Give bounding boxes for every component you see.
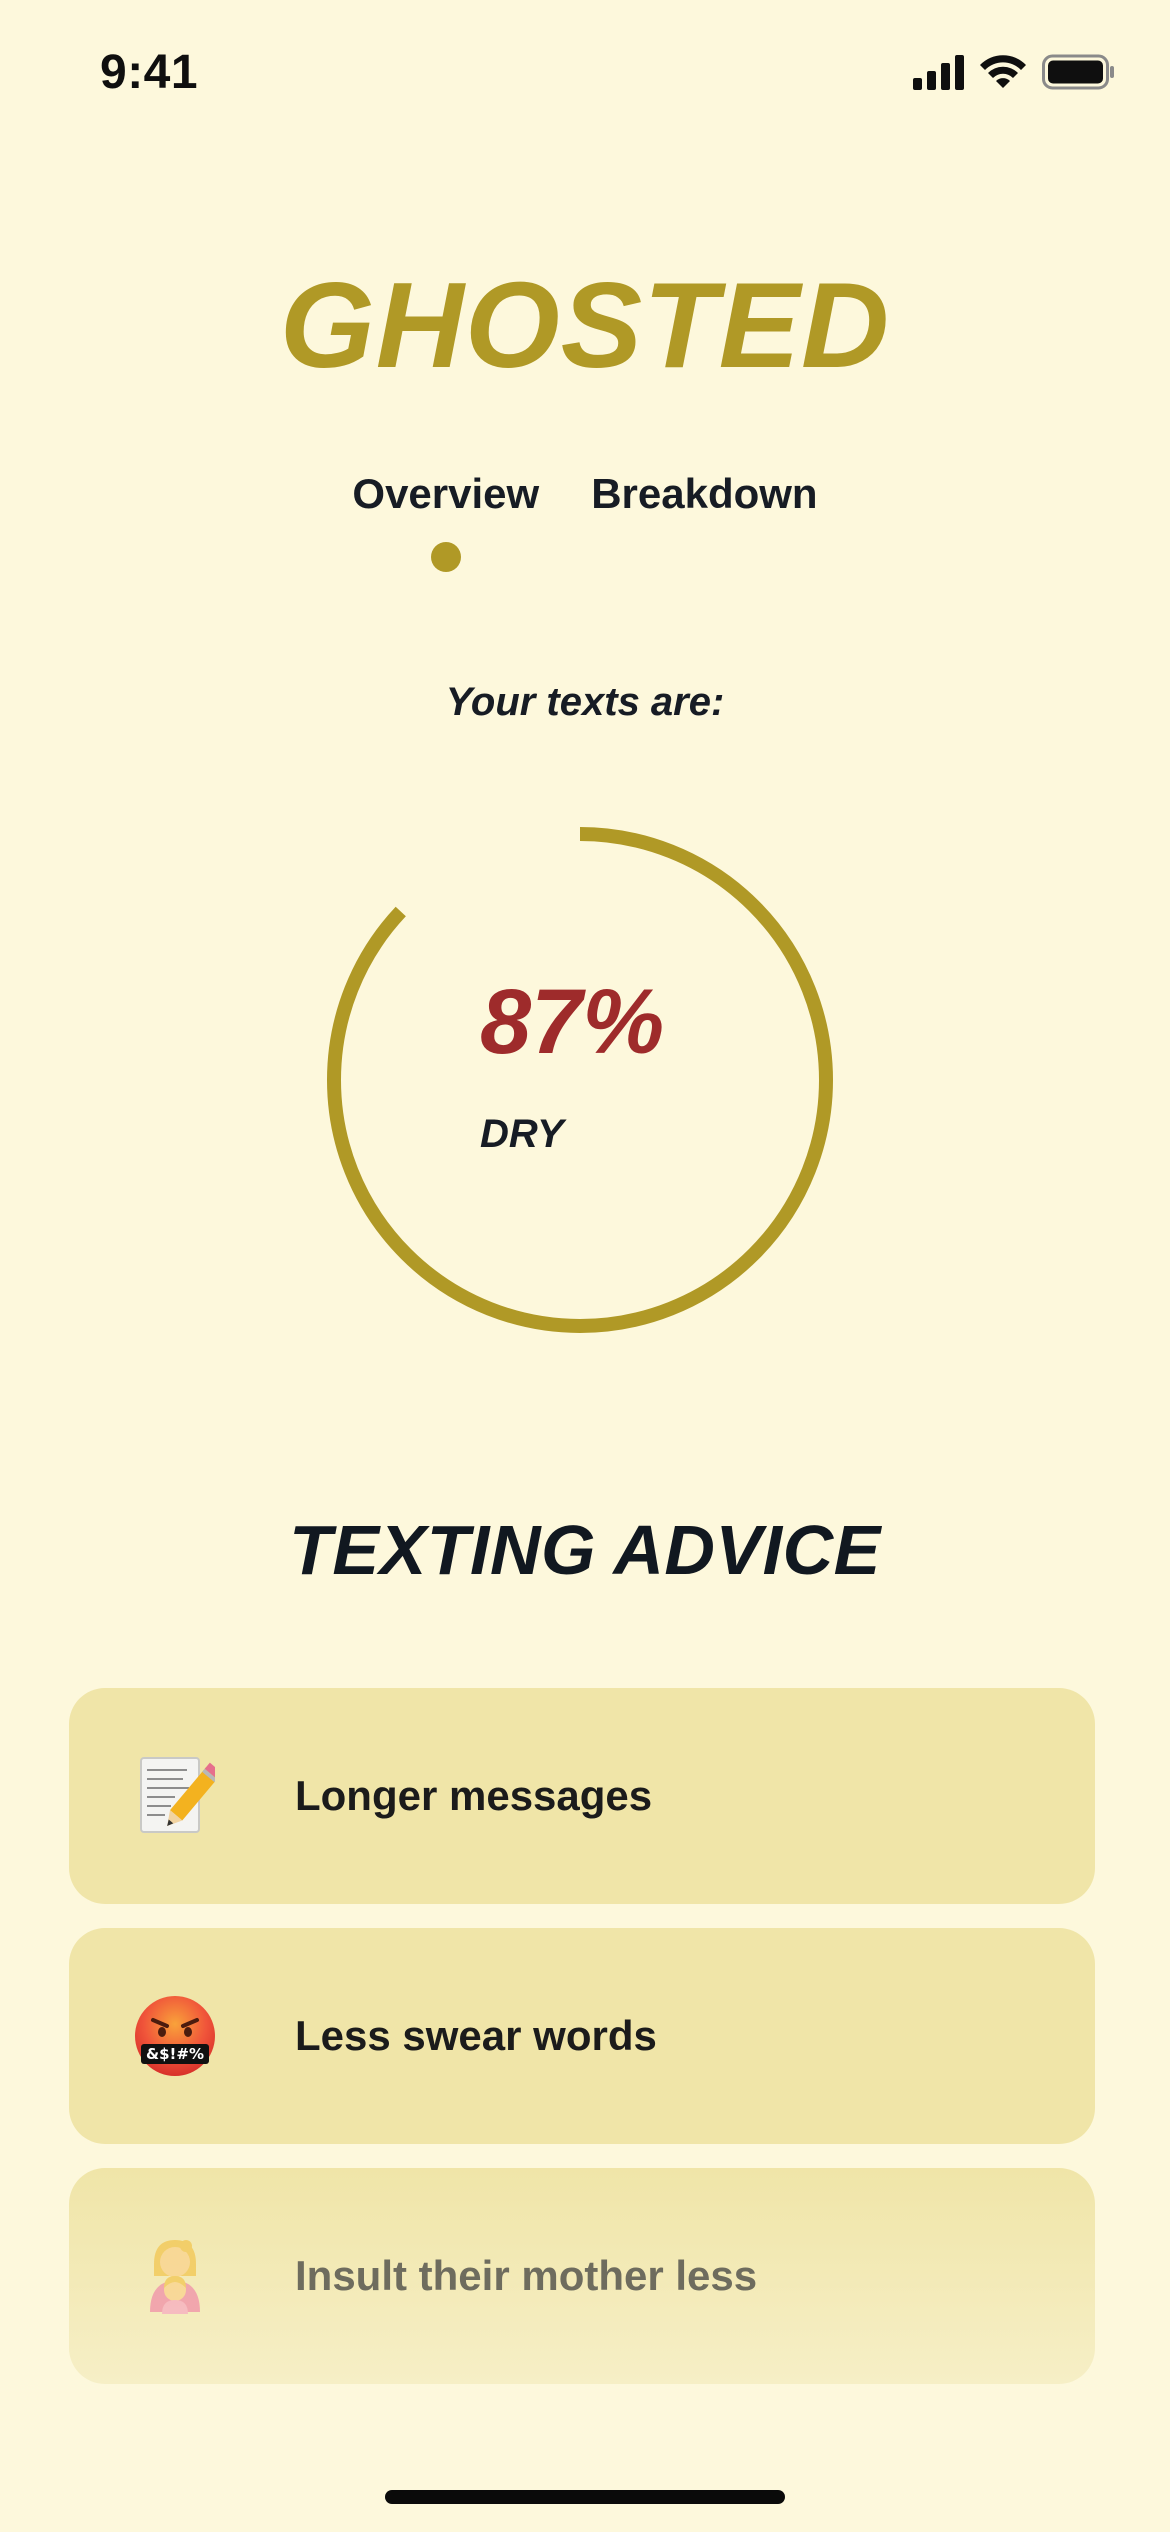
tab-bar: Overview Breakdown (0, 470, 1170, 572)
active-tab-indicator (430, 542, 461, 572)
dryness-percentage: 87% (480, 971, 665, 1073)
tab-breakdown[interactable]: Breakdown (591, 470, 817, 518)
summary-subtitle: Your texts are: (445, 680, 725, 724)
advice-label: Longer messages (295, 1772, 653, 1819)
status-icons (913, 54, 1116, 90)
advice-label: Insult their mother less (295, 2252, 758, 2299)
advice-card-longer-messages[interactable]: Longer messages (69, 1688, 1095, 1904)
battery-icon (1042, 54, 1116, 90)
cellular-signal-icon (913, 54, 964, 90)
memo-pencil-icon (133, 1754, 217, 1838)
advice-label: Less swear words (295, 2012, 657, 2059)
advice-card-less-swear-words[interactable]: &$!#% Less swear words (69, 1928, 1095, 2144)
advice-card-insult-mother-less[interactable]: Insult their mother less (69, 2168, 1095, 2384)
dryness-progress-arc (327, 827, 833, 1333)
advice-heading: TEXTING ADVICE (289, 1511, 881, 1589)
wifi-icon (978, 54, 1028, 90)
tab-overview-label: Overview (352, 470, 540, 517)
app-title: GHOSTED (279, 257, 891, 393)
swearing-face-icon: &$!#% (133, 1994, 217, 2078)
dryness-label: DRY (480, 1112, 564, 1156)
advice-list: Longer messages &$!#% Less swear words I… (69, 1688, 1095, 2408)
dryness-progress-ring: 87% DRY (320, 820, 840, 1340)
svg-text:&$!#%: &$!#% (146, 2045, 204, 2063)
home-indicator[interactable] (385, 2490, 785, 2504)
tab-overview[interactable]: Overview (352, 470, 540, 572)
tab-breakdown-label: Breakdown (591, 470, 818, 517)
status-time: 9:41 (100, 46, 199, 99)
mother-daughter-icon (133, 2234, 217, 2318)
status-bar: 9:41 (0, 0, 1170, 150)
